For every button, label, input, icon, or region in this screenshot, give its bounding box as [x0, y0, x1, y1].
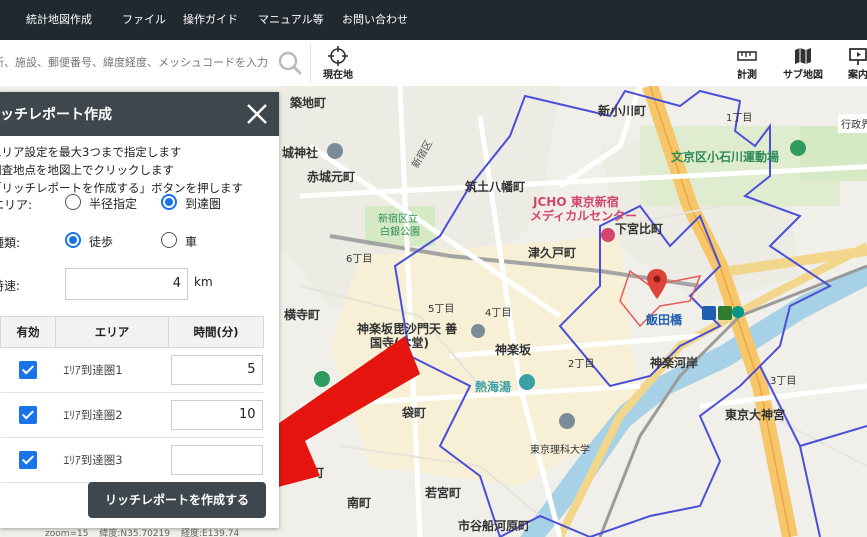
radio-walk[interactable] [65, 232, 81, 248]
map-label: 白銀公園 [380, 227, 420, 238]
radio-reach-area[interactable] [161, 194, 177, 210]
map-label: 2丁目 [568, 359, 595, 370]
instruction-line: 「リッチレポートを作成する」ボタンを押します [0, 181, 243, 195]
col-minutes: 時間(分) [168, 316, 264, 348]
map-label: 神楽河岸 [650, 356, 699, 370]
search-icon[interactable] [277, 50, 303, 76]
lat-readout: 緯度:N35.70219 [99, 529, 171, 537]
mode-label: 種類: [0, 236, 21, 250]
map-label: 3丁目 [770, 376, 797, 387]
minutes-input[interactable] [170, 445, 263, 475]
map-label: 行政界 [838, 114, 867, 133]
map-label: 東京理科大学 [530, 445, 590, 456]
map-icon [795, 48, 811, 64]
col-enabled: 有効 [0, 316, 56, 348]
map-label: 市谷船河原町 [458, 519, 531, 533]
map-label: 横寺町 [284, 308, 321, 322]
map-label: 城神社 [282, 146, 319, 160]
lon-readout: 経度:E139.74 [180, 529, 240, 537]
sub-map-label: サブ地図 [783, 70, 823, 81]
search-input[interactable] [0, 48, 267, 76]
guide-label: 案内 [848, 70, 867, 81]
speed-label: 時速: [0, 279, 21, 293]
map-label: 築地町 [290, 96, 327, 110]
menu-guide[interactable]: 操作ガイド [183, 0, 238, 40]
panel-header: リッチレポート作成 [0, 92, 279, 136]
measure-button[interactable]: 計測 [730, 40, 764, 86]
guide-button[interactable]: 案内 [838, 40, 867, 86]
radio-reach-area-label[interactable]: 到達圏 [185, 195, 221, 212]
signboard-icon [849, 48, 867, 65]
menu-stat-map[interactable]: 統計地図作成 [26, 0, 92, 40]
menu-contact[interactable]: お問い合わせ [342, 0, 408, 40]
search-toolbar: 現在地 計測 サブ地図 案内 [0, 40, 867, 87]
map-label: 下宮比町 [615, 222, 664, 236]
area-name: ｴﾘｱ到達圏2 [55, 392, 169, 438]
panel-title: リッチレポート作成 [0, 107, 112, 123]
map-label: 神楽坂 [495, 343, 532, 357]
crosshair-icon [328, 46, 348, 66]
radio-radius[interactable] [65, 194, 81, 210]
table-row: ｴﾘｱ到達圏2 10 [0, 392, 264, 438]
map-label: 1丁目 [726, 113, 753, 124]
radio-radius-label[interactable]: 半径指定 [89, 195, 137, 212]
current-location-button[interactable]: 現在地 [318, 40, 358, 86]
map-label: 文京区小石川運動場 [671, 150, 780, 164]
menu-manual[interactable]: マニュアル等 [258, 0, 324, 40]
col-area: エリア [55, 316, 169, 348]
zoom-readout: zoom=15 [45, 529, 89, 537]
map-label: 6丁目 [346, 254, 373, 265]
map-label: 筑土八幡町 [465, 180, 526, 194]
radio-walk-label[interactable]: 徒歩 [89, 233, 113, 250]
minutes-input[interactable]: 10 [170, 400, 263, 430]
location-pin-icon[interactable] [647, 269, 667, 299]
rich-report-panel: リッチレポート作成 エリア設定を最大3つまで指定します 調査地点を地図上でクリッ… [0, 92, 279, 528]
table-row: ｴﾘｱ到達圏3 [0, 437, 264, 483]
create-report-button[interactable]: リッチレポートを作成する [88, 482, 266, 518]
measure-label: 計測 [737, 70, 757, 81]
close-icon[interactable] [243, 100, 271, 128]
map-label: 津久戸町 [528, 246, 577, 260]
map-label: 飯田橋 [646, 313, 683, 327]
map-label: 新小川町 [598, 104, 647, 118]
instruction-line: エリア設定を最大3つまで指定します [0, 145, 182, 159]
map-label: 熱海湯 [475, 380, 512, 394]
toolbar-divider [310, 44, 311, 82]
map-label: 赤城元町 [307, 170, 356, 184]
map-label: 4丁目 [485, 308, 512, 319]
speed-input[interactable]: 4 [65, 268, 188, 300]
table-row: ｴﾘｱ到達圏1 5 [0, 347, 264, 393]
top-menu-bar: 統計地図作成 ファイル 操作ガイド マニュアル等 お問い合わせ [0, 0, 867, 40]
minutes-input[interactable]: 5 [170, 355, 263, 385]
map-label: 東京大神宮 [725, 408, 786, 422]
current-location-label: 現在地 [323, 70, 353, 81]
sub-map-button[interactable]: サブ地図 [780, 40, 826, 86]
area-name: ｴﾘｱ到達圏3 [55, 437, 169, 483]
radio-car[interactable] [161, 232, 177, 248]
enable-checkbox[interactable] [19, 361, 37, 379]
radio-car-label[interactable]: 車 [185, 233, 197, 250]
speed-unit: km [194, 275, 213, 289]
enable-checkbox[interactable] [19, 406, 37, 424]
enable-checkbox[interactable] [19, 451, 37, 469]
ruler-icon [737, 51, 757, 61]
map-label: 5丁目 [428, 304, 455, 315]
table-header-row: 有効 エリア 時間(分) [0, 316, 264, 348]
instruction-line: 調査地点を地図上でクリックします [0, 163, 174, 177]
area-type-label: エリア: [0, 198, 33, 212]
area-table: 有効 エリア 時間(分) ｴﾘｱ到達圏1 5 ｴﾘｱ到達圏2 10 ｴﾘｱ到達圏… [0, 316, 264, 483]
menu-file[interactable]: ファイル [122, 0, 166, 40]
area-name: ｴﾘｱ到達圏1 [55, 347, 169, 393]
map-label: 若宮町 [425, 486, 462, 500]
